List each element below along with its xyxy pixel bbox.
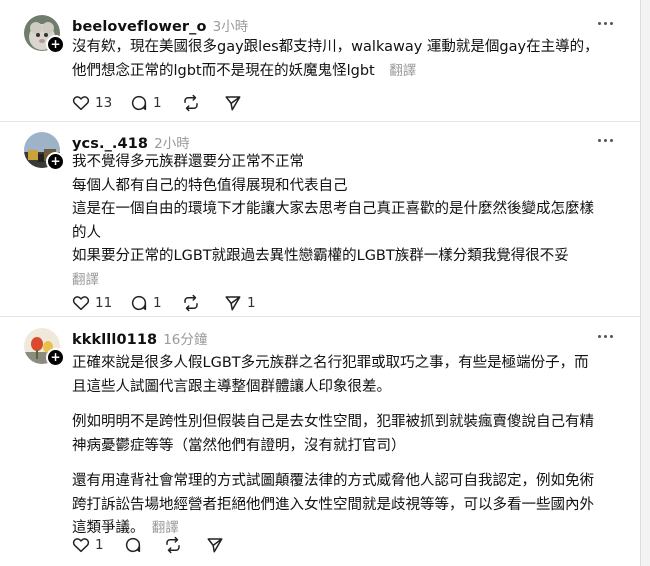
- follow-plus-icon[interactable]: +: [46, 348, 65, 367]
- follow-plus-icon[interactable]: +: [46, 35, 65, 54]
- text-line: 每個人都有自己的特色值得展現和代表自己: [72, 177, 348, 194]
- thread-panel: + beeloveflower_o 3小時 沒有欸，現在美國很多gay跟les都…: [0, 0, 641, 566]
- text-line: 他們想念正常的lgbt而不是現在的妖魔鬼怪lgbt: [72, 62, 375, 79]
- reply-post: + kkklll0118 16分鐘 正確來說是很多人假LGBT多元族群之名行犯罪…: [0, 317, 640, 566]
- repost-button[interactable]: [164, 535, 206, 555]
- text-line: 這是在一個自由的環境下才能讓大家去思考自己真正喜歡的是什麼然後變成怎麼樣: [72, 201, 594, 217]
- action-bar: 13 1: [72, 93, 247, 113]
- reply-count: 1: [153, 295, 162, 311]
- username[interactable]: kkklll0118: [72, 332, 157, 348]
- comment-icon: [125, 537, 141, 553]
- text-line: 神病憂鬱症等等（當然他們有證明，沒有就打官司）: [72, 437, 406, 454]
- reply-count: 1: [153, 95, 162, 111]
- repost-icon: [166, 536, 180, 554]
- repost-icon: [184, 94, 198, 112]
- timestamp[interactable]: 3小時: [213, 15, 249, 35]
- text-line: 我不覺得多元族群還要分正常不正常: [72, 154, 304, 170]
- share-button[interactable]: [206, 535, 229, 555]
- text-line: 的人: [72, 224, 101, 241]
- translate-link[interactable]: 翻譯: [72, 272, 99, 288]
- heart-icon: [72, 96, 90, 111]
- reply-button[interactable]: [124, 535, 164, 555]
- repost-icon: [184, 294, 198, 312]
- send-icon: [225, 296, 241, 311]
- share-count: 1: [247, 295, 256, 311]
- more-options-icon[interactable]: [596, 17, 616, 31]
- heart-icon: [72, 538, 90, 553]
- username[interactable]: ycs._.418: [72, 136, 148, 152]
- text-line: 跨打訴訟告場地經營者拒絕他們進入女性空間就是歧視等等，可以多看一些國內外: [72, 496, 594, 513]
- reply-button[interactable]: 1: [130, 293, 182, 313]
- send-icon: [207, 538, 223, 553]
- text-line: 還有用違背社會常理的方式試圖顛覆法律的方式威脅他人認可自我認定，例如免術: [72, 473, 594, 489]
- comment-icon: [131, 95, 147, 111]
- reply-post: + beeloveflower_o 3小時 沒有欸，現在美國很多gay跟les都…: [0, 0, 640, 120]
- like-count: 13: [95, 95, 113, 111]
- like-button[interactable]: 13: [72, 93, 130, 113]
- action-bar: 11 1 1: [72, 293, 256, 313]
- heart-icon: [72, 296, 90, 311]
- more-options-icon[interactable]: [596, 330, 616, 344]
- text-line: 且這些人試圖代言跟主導整個群體讓人印象很差。: [72, 378, 391, 395]
- translate-link[interactable]: 翻譯: [152, 520, 179, 536]
- like-count: 11: [95, 295, 113, 311]
- comment-icon: [131, 295, 147, 311]
- text-line: 正確來說是很多人假LGBT多元族群之名行犯罪或取巧之事，有些是極端份子，而: [72, 355, 589, 371]
- action-bar: 1: [72, 535, 229, 555]
- more-options-icon[interactable]: [596, 134, 616, 148]
- text-line: 例如明明不是跨性別但假裝自己是去女性空間，犯罪被抓到就裝瘋賣傻說自己有精: [72, 414, 594, 430]
- post-text: 我不覺得多元族群還要分正常不正常 每個人都有自己的特色值得展現和代表自己 這是在…: [72, 151, 620, 292]
- text-line: 沒有欸，現在美國很多gay跟les都支持川，walkaway 運動就是個gay在…: [72, 39, 599, 55]
- post-text: 正確來說是很多人假LGBT多元族群之名行犯罪或取巧之事，有些是極端份子，而 且這…: [72, 352, 620, 541]
- repost-button[interactable]: [182, 293, 224, 313]
- timestamp[interactable]: 16分鐘: [163, 328, 207, 348]
- translate-link[interactable]: 翻譯: [389, 63, 416, 79]
- share-button[interactable]: 1: [224, 293, 256, 313]
- like-count: 1: [95, 537, 104, 553]
- follow-plus-icon[interactable]: +: [46, 152, 65, 171]
- text-line: 這類爭議。: [72, 520, 138, 536]
- reply-post: + ycs._.418 2小時 我不覺得多元族群還要分正常不正常 每個人都有自己…: [0, 122, 640, 316]
- like-button[interactable]: 11: [72, 293, 130, 313]
- username[interactable]: beeloveflower_o: [72, 19, 207, 35]
- like-button[interactable]: 1: [72, 535, 124, 555]
- text-line: 如果要分正常的LGBT就跟過去異性戀霸權的LGBT族群一樣分類我覺得很不妥: [72, 248, 569, 264]
- post-text: 沒有欸，現在美國很多gay跟les都支持川，walkaway 運動就是個gay在…: [72, 36, 620, 83]
- send-icon: [225, 96, 241, 111]
- reply-button[interactable]: 1: [130, 93, 182, 113]
- share-button[interactable]: [224, 93, 247, 113]
- timestamp[interactable]: 2小時: [154, 132, 190, 152]
- repost-button[interactable]: [182, 93, 224, 113]
